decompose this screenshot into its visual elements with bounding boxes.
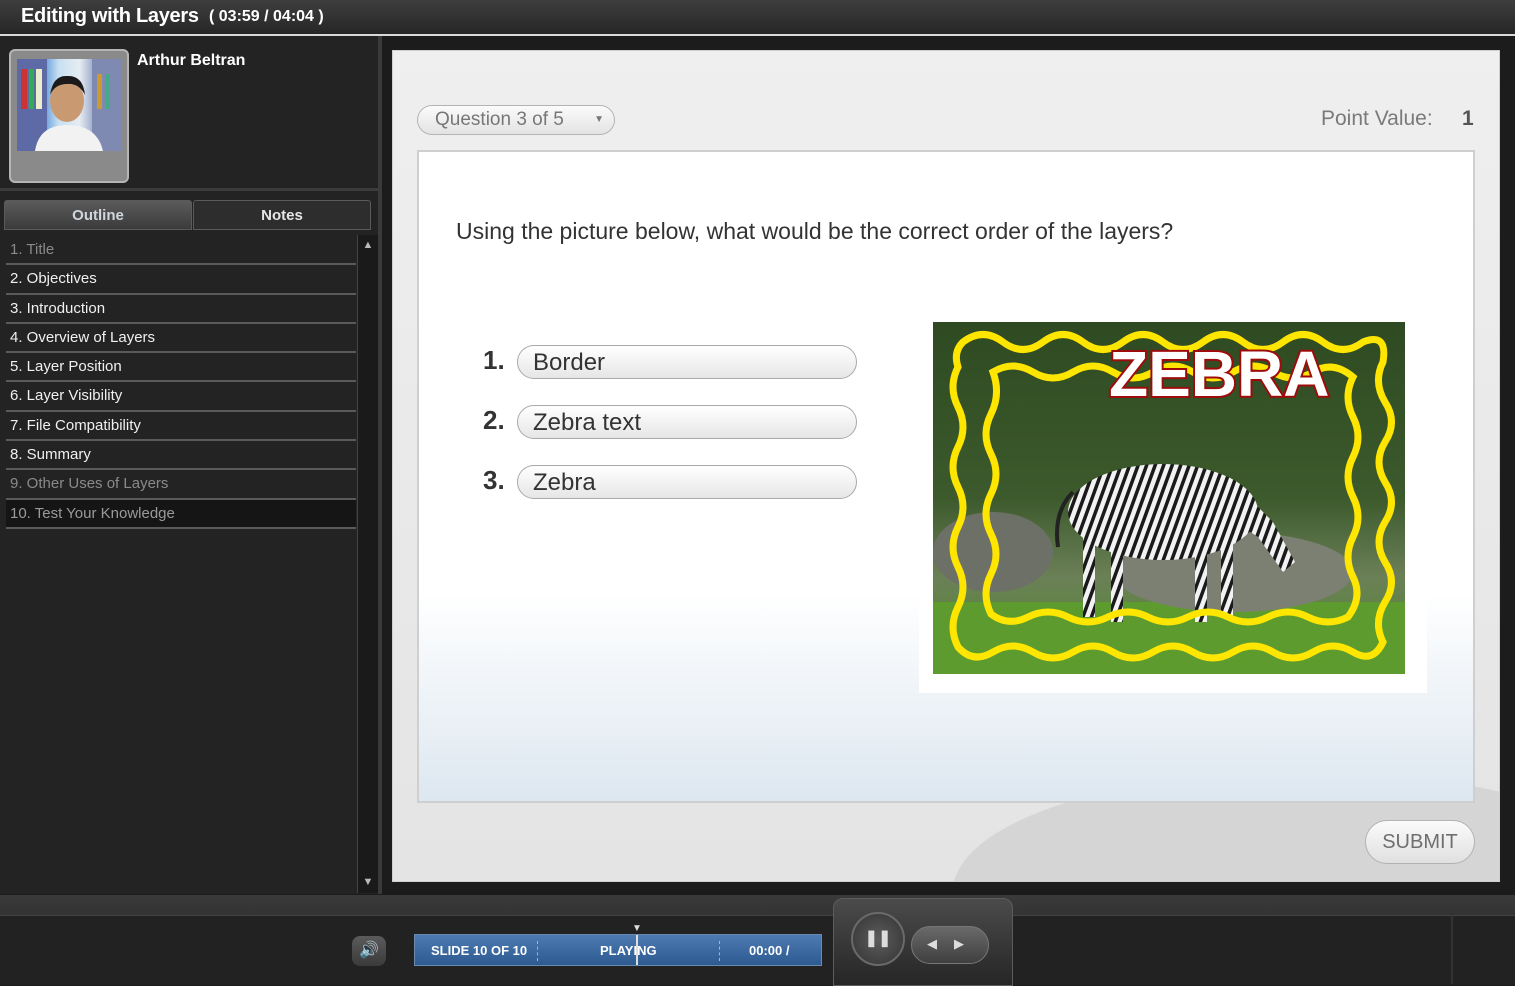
- submit-button[interactable]: SUBMIT: [1365, 820, 1475, 864]
- question-panel: Using the picture below, what would be t…: [417, 150, 1475, 803]
- outline-item-introduction[interactable]: 3. Introduction: [6, 295, 356, 324]
- zebra-picture: ZEBRA: [933, 322, 1405, 674]
- outline-item-test-your-knowledge[interactable]: 10. Test Your Knowledge: [6, 499, 356, 529]
- answer-slot-1[interactable]: Border: [517, 345, 857, 379]
- tab-outline[interactable]: Outline: [4, 200, 192, 230]
- pause-button[interactable]: ❚❚: [851, 912, 905, 966]
- question-selector-label: Question 3 of 5: [435, 109, 564, 130]
- course-time: ( 03:59 / 04:04 ): [209, 8, 324, 25]
- title-bar: Editing with Layers ( 03:59 / 04:04 ): [0, 0, 1515, 36]
- progress-playhead[interactable]: [636, 935, 638, 965]
- tab-notes[interactable]: Notes: [193, 200, 371, 230]
- play-status: PLAYING: [600, 943, 657, 958]
- outline-item-layer-position[interactable]: 5. Layer Position: [6, 353, 356, 383]
- pause-icon: ❚❚: [864, 930, 892, 947]
- avatar: [17, 59, 121, 151]
- speaker-icon: 🔊: [359, 942, 379, 959]
- answer-slot-3[interactable]: Zebra: [517, 465, 857, 499]
- slide-nav-pill: ◀ ▶: [911, 926, 989, 964]
- answer-slot-2[interactable]: Zebra text: [517, 405, 857, 439]
- control-bar-divider: [1451, 915, 1453, 984]
- question-text: Using the picture below, what would be t…: [456, 218, 1174, 244]
- answer-number: 1.: [483, 345, 505, 375]
- zebra-picture-text: ZEBRA: [1109, 338, 1329, 410]
- scroll-up-arrow-icon[interactable]: ▲: [361, 238, 375, 252]
- presenter-name: Arthur Beltran: [137, 52, 246, 69]
- elapsed-time: 00:00 /: [749, 943, 790, 958]
- progress-separator: [719, 941, 721, 961]
- outline-list: 1. Title 2. Objectives 3. Introduction 4…: [6, 236, 356, 529]
- outline-item-other-uses-of-layers[interactable]: 9. Other Uses of Layers: [6, 470, 356, 500]
- next-slide-icon[interactable]: ▶: [954, 936, 964, 952]
- answer-number: 3.: [483, 465, 505, 495]
- outline-item-layer-visibility[interactable]: 6. Layer Visibility: [6, 382, 356, 412]
- slide-counter: SLIDE 10 OF 10: [431, 943, 528, 958]
- scroll-down-arrow-icon[interactable]: ▼: [361, 875, 375, 889]
- outline-item-summary[interactable]: 8. Summary: [6, 441, 356, 471]
- sidebar: Arthur Beltran Outline Notes 1. Title 2.…: [0, 36, 382, 894]
- outline-item-objectives[interactable]: 2. Objectives: [6, 265, 356, 295]
- zebra-picture-frame: ZEBRA: [919, 317, 1427, 693]
- outline-scrollbar[interactable]: ▲ ▼: [357, 235, 378, 893]
- sidebar-divider: [0, 188, 378, 191]
- progress-bar[interactable]: SLIDE 10 OF 10 PLAYING 00:00 /: [414, 934, 822, 966]
- course-title: Editing with Layers: [21, 5, 199, 27]
- point-value: 1: [1462, 107, 1474, 130]
- outline-item-file-compatibility[interactable]: 7. File Compatibility: [6, 412, 356, 442]
- chevron-down-icon: ▼: [594, 114, 604, 125]
- presenter-photo-frame: [9, 49, 129, 183]
- question-selector[interactable]: Question 3 of 5 ▼: [417, 105, 615, 135]
- quiz-slide: Question 3 of 5 ▼ Point Value: 1 Using t…: [392, 50, 1500, 882]
- answer-number: 2.: [483, 405, 505, 435]
- outline-item-title[interactable]: 1. Title: [6, 236, 356, 266]
- previous-slide-icon[interactable]: ◀: [927, 936, 937, 952]
- progress-separator: [537, 941, 539, 961]
- outline-item-overview-of-layers[interactable]: 4. Overview of Layers: [6, 324, 356, 354]
- point-value-label: Point Value:: [1321, 107, 1433, 130]
- volume-button[interactable]: 🔊: [352, 936, 386, 966]
- playhead-marker-icon: ▼: [632, 923, 642, 934]
